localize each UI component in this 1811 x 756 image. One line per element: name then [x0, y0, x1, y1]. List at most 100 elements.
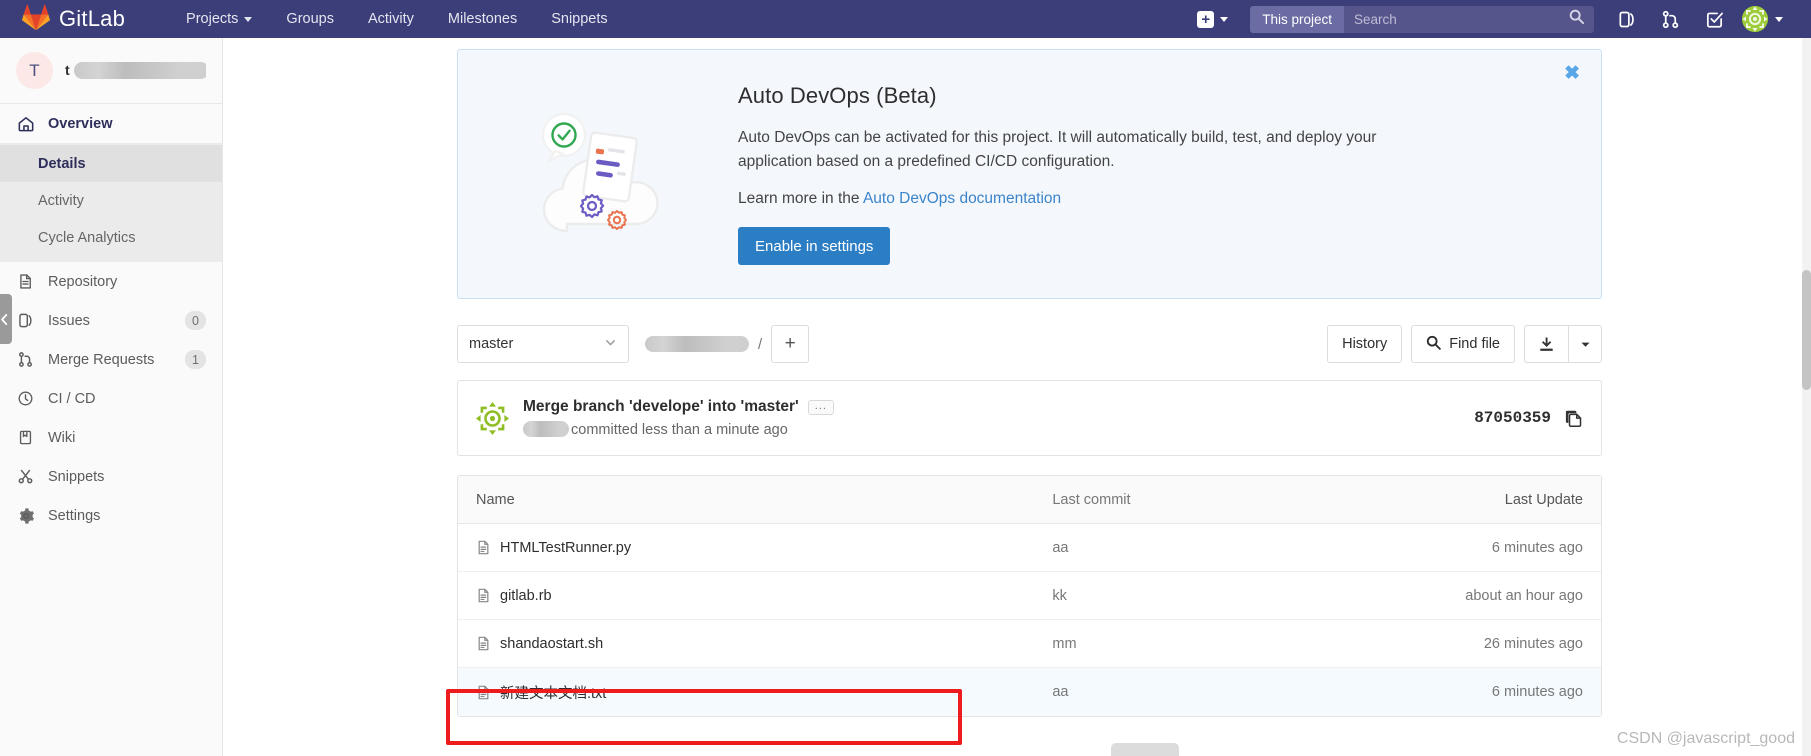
chevron-down-icon[interactable]	[1775, 16, 1783, 22]
table-row[interactable]: shandaostart.sh mm 26 minutes ago	[458, 620, 1601, 668]
commit-sha-area: 87050359	[1474, 409, 1583, 428]
todos-icon[interactable]	[1692, 0, 1736, 38]
sidebar-item-snippets[interactable]: Snippets	[0, 457, 222, 496]
sidebar-subitem-activity[interactable]: Activity	[0, 182, 222, 219]
sidebar-item-settings[interactable]: Settings	[0, 496, 222, 535]
file-table-header: Name Last commit Last Update	[458, 476, 1601, 524]
file-name-cell[interactable]: gitlab.rb	[458, 588, 1052, 604]
download-icon[interactable]	[1524, 325, 1568, 363]
column-header-name: Name	[476, 491, 515, 508]
new-item-button[interactable]: +	[1185, 0, 1240, 38]
table-row[interactable]: HTMLTestRunner.py aa 6 minutes ago	[458, 524, 1601, 572]
add-to-tree-button[interactable]: +	[771, 325, 810, 363]
nav-link-projects[interactable]: Projects	[169, 0, 269, 38]
nav-link-groups[interactable]: Groups	[269, 0, 351, 38]
search-input[interactable]	[1354, 11, 1569, 27]
chevron-down-icon	[1220, 16, 1229, 22]
file-icon	[476, 540, 491, 555]
table-row[interactable]: gitlab.rb kk about an hour ago	[458, 572, 1601, 620]
avatar[interactable]	[1742, 6, 1768, 32]
search-scope-button[interactable]: This project	[1250, 5, 1344, 33]
merge-requests-icon	[16, 350, 35, 369]
copy-icon[interactable]	[1564, 409, 1583, 428]
file-last-commit: aa	[1052, 684, 1069, 700]
nav-link-projects-label: Projects	[186, 11, 239, 27]
file-name-cell[interactable]: 新建文本文档.txt	[458, 682, 1052, 703]
scrollbar-track[interactable]	[1802, 38, 1811, 756]
sidebar-item-issues[interactable]: Issues 0	[0, 301, 222, 340]
column-header-last-update: Last Update	[1504, 491, 1583, 508]
sidebar-item-repository[interactable]: Repository	[0, 262, 222, 301]
repo-toolbar: master / + History Find file	[457, 325, 1602, 363]
file-name: gitlab.rb	[500, 587, 552, 604]
file-last-commit: mm	[1052, 635, 1077, 652]
sidebar-subitem-details[interactable]: Details	[0, 145, 222, 182]
sidebar: T t Overview Details Activity Cycle Anal…	[0, 38, 223, 756]
file-name-cell[interactable]: shandaostart.sh	[458, 636, 1052, 652]
sidebar-item-merge-requests[interactable]: Merge Requests 1	[0, 340, 222, 379]
nav-link-milestones[interactable]: Milestones	[431, 0, 534, 38]
commit-message[interactable]: Merge branch 'develope' into 'master'	[523, 398, 799, 416]
download-options-caret[interactable]	[1568, 325, 1602, 363]
search-icon[interactable]	[1569, 9, 1584, 29]
plus-icon: +	[1197, 10, 1215, 28]
sidebar-collapse-handle[interactable]	[0, 294, 12, 344]
find-file-label: Find file	[1449, 336, 1500, 352]
breadcrumb-separator: /	[758, 335, 763, 353]
project-name-visible: t	[65, 61, 70, 78]
auto-devops-illustration	[476, 99, 738, 249]
merge-requests-count-badge: 1	[185, 350, 206, 369]
auto-devops-documentation-link[interactable]: Auto DevOps documentation	[863, 190, 1061, 207]
project-avatar: T	[16, 52, 53, 89]
file-name: 新建文本文档.txt	[500, 685, 607, 702]
sidebar-item-repository-label: Repository	[48, 273, 118, 290]
scissors-icon	[16, 467, 35, 486]
file-last-update: 6 minutes ago	[1491, 539, 1583, 556]
merge-requests-icon[interactable]	[1648, 0, 1692, 38]
issues-icon[interactable]	[1604, 0, 1648, 38]
banner-learn-more: Learn more in the Auto DevOps documentat…	[738, 190, 1543, 208]
gitlab-logo[interactable]: GitLab	[22, 3, 125, 36]
breadcrumb-project-redacted[interactable]	[645, 335, 749, 354]
rocket-icon	[16, 389, 35, 408]
file-name: HTMLTestRunner.py	[500, 539, 632, 556]
find-file-button[interactable]: Find file	[1411, 325, 1515, 363]
sidebar-item-ci-cd-label: CI / CD	[48, 390, 96, 407]
commit-expand-button[interactable]: ...	[807, 399, 834, 415]
commit-sha[interactable]: 87050359	[1474, 409, 1551, 427]
sidebar-project-header[interactable]: T t	[0, 38, 222, 104]
redaction-overlay	[74, 61, 206, 79]
search-field-wrapper[interactable]	[1344, 5, 1594, 33]
sidebar-item-merge-requests-label: Merge Requests	[48, 351, 155, 368]
sidebar-subitem-cycle-analytics[interactable]: Cycle Analytics	[0, 219, 222, 256]
nav-link-snippets[interactable]: Snippets	[534, 0, 624, 38]
file-name: shandaostart.sh	[500, 635, 604, 652]
book-icon	[16, 428, 35, 447]
history-button[interactable]: History	[1327, 325, 1403, 363]
top-navbar: GitLab Projects Groups Activity Mileston…	[0, 0, 1811, 38]
banner-learn-prefix: Learn more in the	[738, 190, 863, 208]
home-icon	[16, 114, 35, 133]
table-row[interactable]: 新建文本文档.txt aa 6 minutes ago	[458, 668, 1601, 716]
commit-author-redacted	[523, 421, 571, 438]
branch-selector[interactable]: master	[457, 325, 629, 363]
last-commit-panel: Merge branch 'develope' into 'master' ..…	[457, 380, 1602, 456]
sidebar-item-wiki[interactable]: Wiki	[0, 418, 222, 457]
nav-link-activity[interactable]: Activity	[351, 0, 431, 38]
scrollbar-thumb[interactable]	[1802, 270, 1811, 390]
sidebar-item-ci-cd[interactable]: CI / CD	[0, 379, 222, 418]
pagination-pill[interactable]	[1111, 743, 1179, 756]
column-header-last-commit: Last commit	[1052, 491, 1131, 508]
redaction-overlay	[645, 335, 749, 352]
download-split-button	[1524, 325, 1602, 363]
sidebar-item-overview[interactable]: Overview	[0, 104, 222, 143]
banner-title: Auto DevOps (Beta)	[738, 82, 937, 108]
enable-in-settings-button[interactable]: Enable in settings	[738, 227, 891, 266]
close-icon[interactable]: ✖	[1564, 64, 1580, 83]
file-name-cell[interactable]: HTMLTestRunner.py	[458, 540, 1052, 556]
file-last-commit: kk	[1052, 587, 1067, 604]
sidebar-item-snippets-label: Snippets	[48, 468, 105, 485]
sidebar-subnav: Details Activity Cycle Analytics	[0, 143, 222, 262]
commit-meta: committed less than a minute ago	[523, 421, 1474, 438]
file-list-table: Name Last commit Last Update HTMLTestRun…	[457, 475, 1602, 717]
